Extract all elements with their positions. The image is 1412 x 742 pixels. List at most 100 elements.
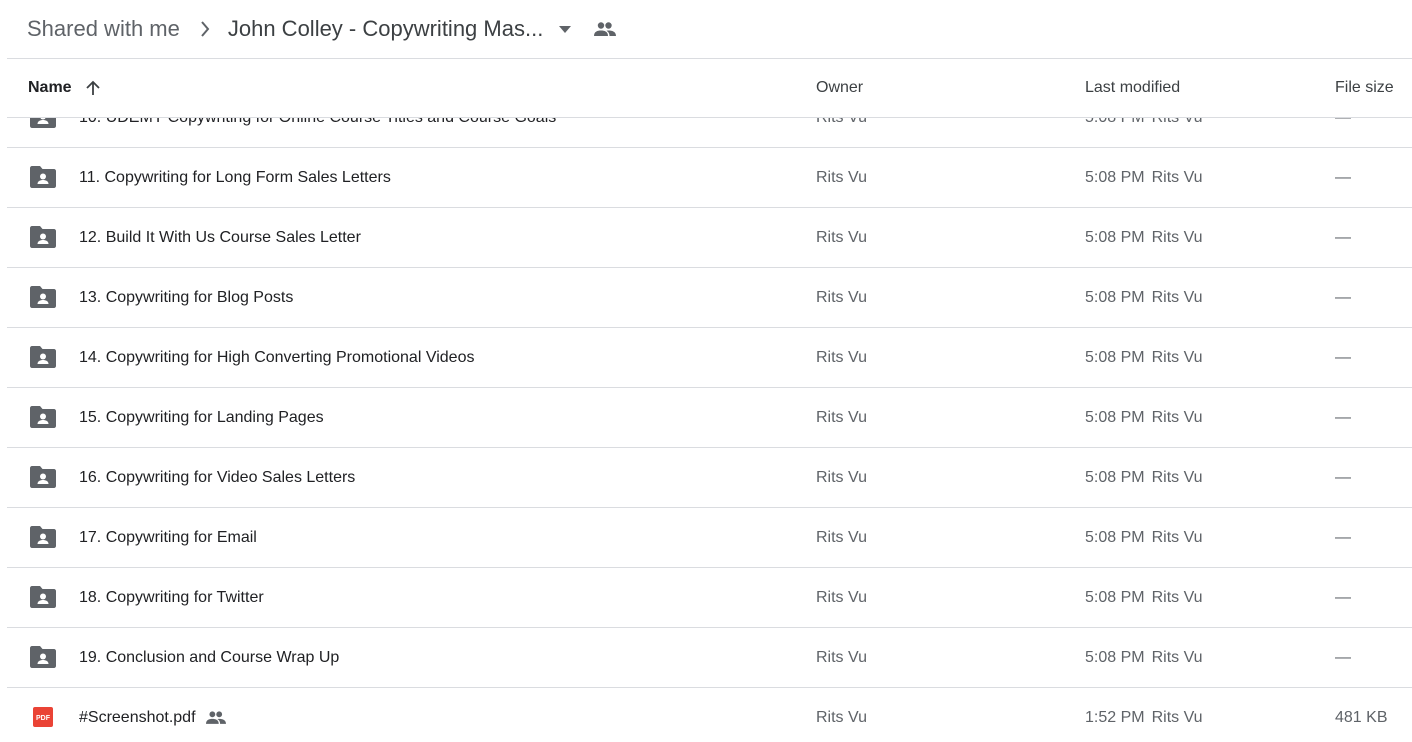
shared-folder-icon (30, 286, 56, 308)
row-name-text: 12. Build It With Us Course Sales Letter (79, 228, 361, 246)
row-last-modified: 5:08 PM Rits Vu (1085, 328, 1203, 387)
row-name-text: #Screenshot.pdf (79, 708, 196, 726)
row-name: 14. Copywriting for High Converting Prom… (79, 328, 474, 387)
row-owner: Rits Vu (816, 288, 867, 306)
column-header-file-size[interactable]: File size (1335, 59, 1394, 117)
pdf-icon: PDF (33, 707, 59, 729)
row-modified-time: 5:08 PM (1085, 348, 1145, 366)
shared-folder-icon (30, 526, 56, 548)
row-file-size: — (1335, 588, 1351, 606)
breadcrumb-shared-with-me[interactable]: Shared with me (27, 18, 180, 40)
row-last-modified: 5:08 PM Rits Vu (1085, 628, 1203, 687)
drive-folder-view: Shared with me John Colley - Copywriting… (0, 0, 1412, 742)
row-name: 12. Build It With Us Course Sales Letter (79, 208, 361, 267)
row-name-text: 11. Copywriting for Long Form Sales Lett… (79, 168, 391, 186)
file-list: 10. UDEMY Copywriting for Online Course … (7, 88, 1412, 742)
row-modified-by: Rits Vu (1151, 708, 1203, 726)
row-name: 18. Copywriting for Twitter (79, 568, 264, 627)
table-row[interactable]: 16. Copywriting for Video Sales Letters R… (7, 448, 1412, 508)
row-owner: Rits Vu (816, 708, 867, 726)
row-name-text: 14. Copywriting for High Converting Prom… (79, 348, 475, 366)
row-owner: Rits Vu (816, 648, 867, 666)
row-owner: Rits Vu (816, 228, 867, 246)
row-file-size: — (1335, 168, 1351, 186)
shared-folder-icon (30, 166, 56, 188)
row-modified-time: 5:08 PM (1085, 168, 1145, 186)
row-name-text: 19. Conclusion and Course Wrap Up (79, 648, 340, 666)
row-modified-by: Rits Vu (1151, 588, 1203, 606)
column-header-last-modified[interactable]: Last modified (1085, 59, 1180, 117)
table-row[interactable]: 12. Build It With Us Course Sales Letter… (7, 208, 1412, 268)
arrow-drop-down-icon[interactable] (557, 21, 573, 37)
people-icon (205, 707, 228, 729)
row-modified-time: 5:08 PM (1085, 288, 1145, 306)
row-last-modified: 5:08 PM Rits Vu (1085, 448, 1203, 507)
table-row[interactable]: 18. Copywriting for Twitter Rits Vu 5:08 P… (7, 568, 1412, 628)
chevron-right-icon (198, 21, 212, 37)
table-row[interactable]: 11. Copywriting for Long Form Sales Lett… (7, 148, 1412, 208)
row-owner: Rits Vu (816, 468, 867, 486)
column-header-owner[interactable]: Owner (816, 59, 863, 117)
row-last-modified: 5:08 PM Rits Vu (1085, 568, 1203, 627)
row-modified-by: Rits Vu (1151, 228, 1203, 246)
row-owner: Rits Vu (816, 528, 867, 546)
row-modified-by: Rits Vu (1151, 348, 1203, 366)
row-name-text: 16. Copywriting for Video Sales Letters (79, 468, 356, 486)
table-row[interactable]: 19. Conclusion and Course Wrap Up Rits Vu… (7, 628, 1412, 688)
row-name: 15. Copywriting for Landing Pages (79, 388, 324, 447)
shared-folder-icon (30, 586, 56, 608)
table-row[interactable]: 17. Copywriting for Email Rits Vu 5:08 PM R… (7, 508, 1412, 568)
column-header-row: Name Owner Last modified File size (7, 59, 1412, 118)
row-modified-time: 5:08 PM (1085, 588, 1145, 606)
row-file-size: — (1335, 648, 1351, 666)
table-row[interactable]: 14. Copywriting for High Converting Prom… (7, 328, 1412, 388)
row-name-text: 15. Copywriting for Landing Pages (79, 408, 324, 426)
table-row[interactable]: PDF #Screenshot.pdf Rits Vu 1:52 PM Rits Vu 4… (7, 688, 1412, 742)
row-modified-time: 5:08 PM (1085, 528, 1145, 546)
row-modified-time: 5:08 PM (1085, 468, 1145, 486)
row-last-modified: 1:52 PM Rits Vu (1085, 688, 1203, 742)
row-file-size: — (1335, 408, 1351, 426)
row-modified-time: 1:52 PM (1085, 708, 1145, 726)
row-file-size: — (1335, 228, 1351, 246)
shared-folder-icon (30, 466, 56, 488)
row-name: #Screenshot.pdf (79, 688, 228, 742)
row-name: 13. Copywriting for Blog Posts (79, 268, 293, 327)
row-modified-by: Rits Vu (1151, 468, 1203, 486)
row-modified-time: 5:08 PM (1085, 228, 1145, 246)
row-owner: Rits Vu (816, 168, 867, 186)
column-header-name[interactable]: Name (28, 59, 102, 117)
row-name-text: 17. Copywriting for Email (79, 528, 257, 546)
breadcrumb-current-folder[interactable]: John Colley - Copywriting Mas... (228, 18, 543, 40)
breadcrumb: Shared with me John Colley - Copywriting… (0, 0, 1412, 58)
people-icon[interactable] (593, 17, 617, 41)
row-modified-by: Rits Vu (1151, 648, 1203, 666)
row-last-modified: 5:08 PM Rits Vu (1085, 148, 1203, 207)
column-header-name-label: Name (28, 79, 72, 96)
row-last-modified: 5:08 PM Rits Vu (1085, 268, 1203, 327)
arrow-up-icon[interactable] (84, 79, 102, 97)
row-modified-time: 5:08 PM (1085, 648, 1145, 666)
svg-text:PDF: PDF (36, 715, 51, 722)
shared-folder-icon (30, 346, 56, 368)
row-modified-by: Rits Vu (1151, 288, 1203, 306)
shared-folder-icon (30, 646, 56, 668)
row-name-text: 18. Copywriting for Twitter (79, 588, 264, 606)
row-file-size: — (1335, 468, 1351, 486)
row-owner: Rits Vu (816, 408, 867, 426)
row-file-size: — (1335, 348, 1351, 366)
row-last-modified: 5:08 PM Rits Vu (1085, 508, 1203, 567)
row-modified-by: Rits Vu (1151, 528, 1203, 546)
row-file-size: — (1335, 528, 1351, 546)
row-name: 19. Conclusion and Course Wrap Up (79, 628, 339, 687)
row-modified-time: 5:08 PM (1085, 408, 1145, 426)
row-name: 11. Copywriting for Long Form Sales Lett… (79, 148, 391, 207)
row-owner: Rits Vu (816, 588, 867, 606)
table-row[interactable]: 13. Copywriting for Blog Posts Rits Vu 5:0… (7, 268, 1412, 328)
row-file-size: — (1335, 288, 1351, 306)
table-row[interactable]: 15. Copywriting for Landing Pages Rits Vu… (7, 388, 1412, 448)
row-last-modified: 5:08 PM Rits Vu (1085, 388, 1203, 447)
row-owner: Rits Vu (816, 348, 867, 366)
row-name: 17. Copywriting for Email (79, 508, 257, 567)
row-name: 16. Copywriting for Video Sales Letters (79, 448, 355, 507)
